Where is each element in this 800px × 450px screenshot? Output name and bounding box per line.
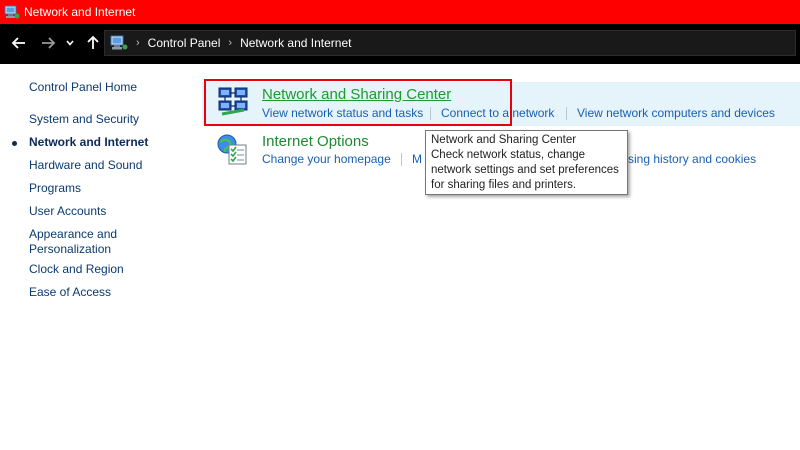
breadcrumb-separator[interactable]: › bbox=[136, 37, 140, 49]
sidebar-item-system-and-security[interactable]: System and Security bbox=[29, 112, 139, 127]
connect-to-network-link[interactable]: Connect to a network bbox=[441, 106, 554, 120]
tooltip-line: Check network status, change bbox=[431, 149, 586, 161]
window-title: Network and Internet bbox=[24, 5, 136, 19]
link-separator bbox=[401, 153, 402, 166]
navigation-bar: › Control Panel › Network and Internet bbox=[0, 24, 800, 64]
sidebar-item-programs[interactable]: Programs bbox=[29, 181, 81, 196]
tooltip-line: network settings and set preferences bbox=[431, 164, 619, 176]
sidebar-item-control-panel-home[interactable]: Control Panel Home bbox=[29, 80, 137, 95]
arrow-up-icon bbox=[87, 35, 99, 49]
sidebar-item-network-and-internet[interactable]: Network and Internet bbox=[29, 135, 148, 150]
tooltip: Network and Sharing Center Check network… bbox=[425, 130, 628, 195]
sidebar-item-clock-and-region[interactable]: Clock and Region bbox=[29, 262, 124, 277]
arrow-right-icon bbox=[42, 37, 56, 49]
link-separator bbox=[566, 107, 567, 120]
link-separator bbox=[430, 107, 431, 120]
sidebar-item-appearance-and-personalization[interactable]: Appearance and bbox=[29, 227, 117, 242]
network-and-sharing-center-link[interactable]: Network and Sharing Center bbox=[262, 86, 451, 103]
internet-options-icon[interactable] bbox=[216, 132, 250, 166]
view-network-computers-link[interactable]: View network computers and devices bbox=[577, 106, 775, 120]
recent-locations-button[interactable] bbox=[62, 32, 78, 54]
sidebar-item-user-accounts[interactable]: User Accounts bbox=[29, 204, 106, 219]
view-network-status-link[interactable]: View network status and tasks bbox=[262, 106, 423, 120]
sidebar-item-hardware-and-sound[interactable]: Hardware and Sound bbox=[29, 158, 142, 173]
address-bar[interactable]: › Control Panel › Network and Internet bbox=[104, 30, 796, 56]
change-homepage-link[interactable]: Change your homepage bbox=[262, 152, 391, 166]
forward-button[interactable] bbox=[37, 32, 59, 54]
delete-browsing-history-link[interactable]: sing history and cookies bbox=[628, 152, 756, 166]
current-item-bullet bbox=[12, 141, 17, 146]
sidebar-item-ease-of-access[interactable]: Ease of Access bbox=[29, 285, 111, 300]
sidebar: Control Panel Home System and Security N… bbox=[0, 64, 190, 450]
title-bar: Network and Internet bbox=[0, 0, 800, 24]
chevron-down-icon bbox=[66, 40, 74, 46]
breadcrumb-network-and-internet[interactable]: Network and Internet bbox=[240, 36, 351, 50]
breadcrumb-separator[interactable]: › bbox=[228, 37, 232, 49]
arrow-left-icon bbox=[11, 37, 25, 49]
up-button[interactable] bbox=[82, 32, 104, 54]
manage-browser-addons-link[interactable]: M bbox=[412, 152, 422, 166]
sidebar-item-appearance-and-personalization-line2[interactable]: Personalization bbox=[29, 242, 111, 257]
breadcrumb-control-panel[interactable]: Control Panel bbox=[148, 36, 221, 50]
tooltip-title: Network and Sharing Center bbox=[431, 134, 577, 146]
control-panel-icon bbox=[110, 35, 128, 50]
internet-options-link[interactable]: Internet Options bbox=[262, 133, 369, 150]
back-button[interactable] bbox=[8, 32, 30, 54]
control-panel-icon bbox=[4, 5, 20, 19]
tooltip-line: for sharing files and printers. bbox=[431, 179, 577, 191]
